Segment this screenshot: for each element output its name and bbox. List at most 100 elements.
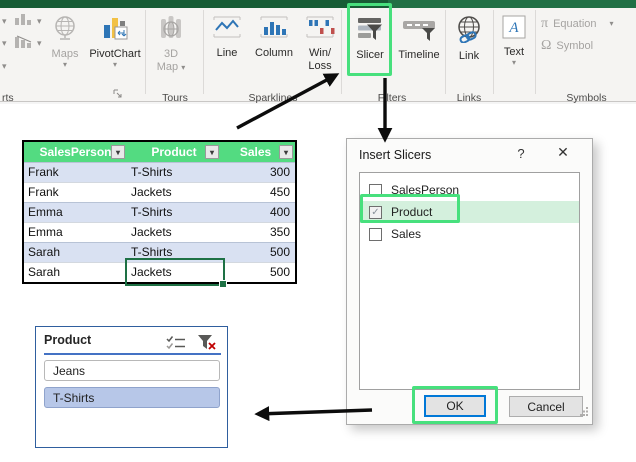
multi-select-icon[interactable] [166, 335, 186, 355]
slicer-label: Slicer [356, 49, 384, 61]
mini-chart-icon[interactable] [14, 12, 34, 31]
checkbox-unchecked[interactable] [369, 184, 382, 197]
table-cell[interactable]: 400 [221, 202, 295, 222]
slicer-item-jeans[interactable]: Jeans [44, 360, 220, 381]
fill-handle[interactable] [219, 280, 227, 288]
chevron-down-icon[interactable]: ▾ [37, 39, 42, 48]
pivotchart-button[interactable]: PivotChart ▾ [86, 12, 144, 84]
field-label: Sales [391, 227, 421, 241]
table-cell[interactable]: 500 [221, 262, 295, 282]
field-item-sales[interactable]: Sales [360, 223, 579, 245]
chevron-down-icon: ▾ [63, 61, 67, 69]
column-label: Column [255, 47, 293, 59]
winloss-sparkline-icon [305, 15, 335, 43]
globe-map-icon [52, 15, 78, 44]
table-cell[interactable]: Emma [24, 202, 127, 222]
group-label-tours: Tours [147, 92, 203, 104]
filter-dropdown-button[interactable]: ▾ [111, 145, 125, 159]
svg-text:A: A [508, 20, 519, 36]
table-cell[interactable]: Jackets [127, 222, 221, 242]
slicer-icon [357, 15, 384, 45]
chevron-down-icon[interactable]: ▾ [2, 39, 7, 48]
field-label: SalesPerson [391, 183, 459, 197]
chevron-down-icon: ▾ [610, 20, 614, 28]
active-cell-outline[interactable] [125, 258, 225, 286]
pivotchart-label: PivotChart [89, 48, 140, 60]
table-cell[interactable]: Jackets [127, 182, 221, 202]
filter-dropdown-button[interactable]: ▾ [279, 145, 293, 159]
resize-grip[interactable] [579, 403, 589, 421]
group-separator [203, 10, 204, 94]
pivotchart-icon [101, 15, 129, 44]
table-cell[interactable]: 450 [221, 182, 295, 202]
mini-chart-icon[interactable] [14, 35, 34, 54]
group-label-charts: rts [2, 92, 30, 104]
group-separator [493, 10, 494, 94]
checkbox-unchecked[interactable] [369, 228, 382, 241]
symbol-button[interactable]: Ω Symbol [541, 38, 593, 54]
text-button[interactable]: A Text ▾ [496, 12, 532, 84]
column-sparkline-button[interactable]: Column [248, 12, 300, 84]
3d-map-button[interactable]: 3D Map ▾ [148, 12, 194, 84]
ok-button[interactable]: OK [424, 395, 486, 417]
equation-label: Equation [553, 18, 596, 30]
winloss-label-2: Loss [308, 60, 331, 72]
filter-dropdown-button[interactable]: ▾ [205, 145, 219, 159]
omega-icon: Ω [541, 38, 551, 54]
table-cell[interactable]: 300 [221, 162, 295, 182]
group-separator [145, 10, 146, 94]
excel-tutorial-screenshot: ▾ ▾ ▾ ▾ ▾ Maps ▾ PivotChart ▾ 3D [0, 0, 636, 462]
timeline-button[interactable]: Timeline [394, 12, 444, 84]
chevron-down-icon[interactable]: ▾ [2, 17, 7, 26]
table-cell[interactable]: 500 [221, 242, 295, 262]
slicer-button[interactable]: Slicer [348, 12, 392, 84]
titlebar-strip [0, 0, 636, 8]
table-cell[interactable]: Sarah [24, 242, 127, 262]
winloss-sparkline-button[interactable]: Win/ Loss [298, 12, 342, 84]
maps-button[interactable]: Maps ▾ [46, 12, 84, 84]
chevron-down-icon: ▾ [512, 59, 516, 67]
timeline-label: Timeline [398, 49, 439, 61]
group-separator [535, 10, 536, 94]
table-header-salesperson: SalesPerson ▾ [24, 142, 127, 162]
text-icon: A [502, 15, 526, 42]
insert-slicers-dialog: Insert Slicers ? ✕ SalesPerson ✓ Product… [346, 138, 593, 425]
link-button[interactable]: Link [448, 12, 490, 84]
cancel-button[interactable]: Cancel [509, 396, 583, 417]
table-cell[interactable]: Frank [24, 182, 127, 202]
symbol-label: Symbol [556, 40, 593, 52]
winloss-label-1: Win/ [309, 47, 331, 59]
chevron-down-icon[interactable]: ▾ [37, 17, 42, 26]
table-cell[interactable]: T-Shirts [127, 202, 221, 222]
table-row: Emma T-Shirts 400 [24, 202, 295, 222]
slicer-item-tshirts[interactable]: T-Shirts [44, 387, 220, 408]
table-cell[interactable]: Frank [24, 162, 127, 182]
chevron-down-icon[interactable]: ▾ [2, 62, 7, 71]
group-label-sparklines: Sparklines [205, 92, 341, 104]
table-header-row: SalesPerson ▾ Product ▾ Sales ▾ [24, 142, 295, 162]
group-label-symbols: Symbols [537, 92, 636, 104]
field-item-product[interactable]: ✓ Product [360, 201, 579, 223]
slicer-title: Product [44, 333, 91, 347]
line-sparkline-button[interactable]: Line [206, 12, 248, 84]
table-cell[interactable]: Emma [24, 222, 127, 242]
table-row: Emma Jackets 350 [24, 222, 295, 242]
slicer-header-rule [44, 353, 221, 355]
table-cell[interactable]: Sarah [24, 262, 127, 282]
help-button[interactable]: ? [512, 146, 530, 161]
pi-icon: π [541, 16, 548, 32]
table-cell[interactable]: 350 [221, 222, 295, 242]
checkbox-checked[interactable]: ✓ [369, 206, 382, 219]
text-label: Text [504, 46, 524, 58]
close-button[interactable]: ✕ [550, 144, 576, 161]
equation-button[interactable]: π Equation ▾ [541, 16, 614, 32]
3d-map-label-1: 3D [164, 48, 178, 60]
maps-label: Maps [52, 48, 79, 60]
link-label: Link [459, 50, 479, 62]
table-row: Frank Jackets 450 [24, 182, 295, 202]
field-item-salesperson[interactable]: SalesPerson [360, 179, 579, 201]
table-cell[interactable]: T-Shirts [127, 162, 221, 182]
3d-map-icon [157, 15, 185, 44]
timeline-icon [401, 15, 437, 45]
dialog-launcher-icon[interactable] [113, 85, 122, 103]
